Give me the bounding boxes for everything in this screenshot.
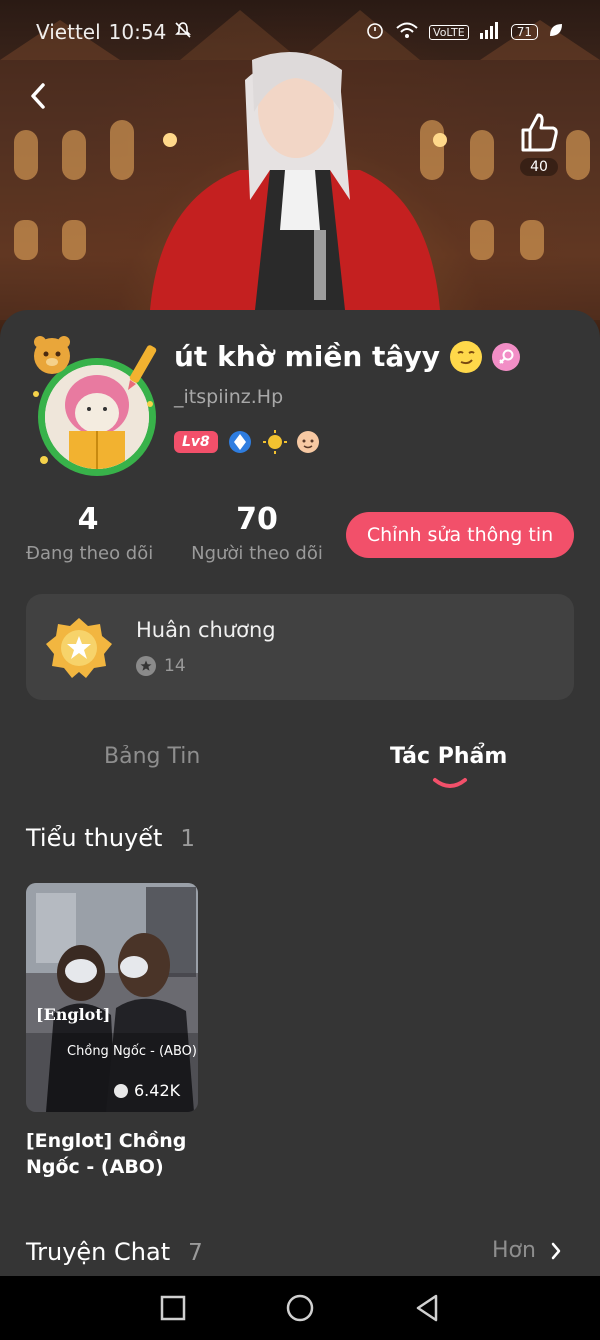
following-label: Đang theo dõi — [26, 543, 154, 564]
cover-tag: [Englot] — [36, 1005, 111, 1024]
views-row: 6.42K — [114, 1081, 180, 1100]
recent-apps-button[interactable] — [155, 1290, 191, 1326]
followers-count: 70 — [236, 502, 278, 537]
alarm-icon — [365, 20, 385, 44]
tab-feed[interactable]: Bảng Tin — [104, 744, 200, 769]
more-label: Hơn — [492, 1238, 536, 1263]
battery-level: 71 — [516, 25, 532, 39]
medal-card[interactable]: Huân chương 14 — [26, 594, 574, 700]
level-badge[interactable]: Lv8 — [174, 431, 218, 453]
views-count: 6.42K — [134, 1081, 181, 1100]
diamond-badge-icon[interactable] — [228, 430, 252, 454]
clock: 10:54 — [108, 20, 167, 44]
chat-section-header: Truyện Chat 7 — [26, 1238, 203, 1266]
volte-badge: VoLTE — [429, 24, 469, 40]
followers-label: Người theo dõi — [191, 543, 323, 564]
views-icon — [114, 1083, 128, 1098]
profile-sheet: út khờ miền tâyy _itspiinz.Hp Lv8 4 Đang… — [0, 310, 600, 1276]
chat-section-count: 7 — [188, 1240, 203, 1266]
like-button[interactable]: 40 — [514, 110, 564, 186]
novels-section-header: Tiểu thuyết 1 — [26, 824, 195, 852]
following-stat[interactable]: 4 Đang theo dõi — [26, 502, 154, 564]
tab-works[interactable]: Tác Phẩm — [390, 744, 507, 769]
signal-icon — [479, 21, 501, 43]
chevron-left-icon — [31, 83, 45, 109]
chat-section-title: Truyện Chat — [26, 1238, 171, 1266]
triangle-back-icon — [416, 1294, 437, 1322]
active-tab-indicator — [433, 778, 467, 788]
avatar[interactable] — [26, 334, 162, 476]
cover-title: Chồng Ngốc - (ABO) — [67, 1044, 197, 1059]
carrier-label: Viettel — [36, 20, 101, 44]
circle-icon — [286, 1294, 314, 1322]
thumbs-up-icon — [521, 113, 558, 152]
novels-section-count: 1 — [180, 826, 196, 852]
more-link[interactable]: Hơn — [492, 1238, 562, 1263]
chevron-right-icon — [551, 1242, 561, 1259]
display-name: út khờ miền tâyy — [174, 340, 520, 373]
back-button[interactable] — [20, 78, 56, 114]
username: _itspiinz.Hp — [174, 386, 284, 408]
medal-count-row: 14 — [136, 656, 186, 676]
face-badge-icon[interactable] — [296, 430, 320, 454]
sun-badge-icon[interactable] — [262, 430, 287, 454]
medal-count: 14 — [164, 656, 186, 676]
nav-back-button[interactable] — [409, 1290, 445, 1326]
novel-card[interactable]: [Englot] Chồng Ngốc - (ABO) 6.42K — [26, 883, 198, 1112]
display-name-text: út khờ miền tâyy — [174, 340, 440, 373]
following-count: 4 — [77, 502, 99, 537]
medal-title: Huân chương — [136, 618, 276, 642]
followers-stat[interactable]: 70 Người theo dõi — [190, 502, 324, 564]
medal-icon — [46, 618, 112, 678]
system-nav-bar — [0, 1276, 600, 1340]
leaf-icon — [548, 22, 564, 42]
badge-row: Lv8 — [174, 430, 320, 454]
like-count: 40 — [520, 158, 558, 176]
smirk-emoji-icon — [449, 340, 482, 373]
mute-icon — [174, 20, 192, 44]
female-gender-icon — [491, 342, 520, 371]
wifi-icon — [395, 20, 419, 44]
novels-section-title: Tiểu thuyết — [26, 824, 163, 852]
home-button[interactable] — [282, 1290, 318, 1326]
avatar-decoration — [33, 336, 157, 464]
star-icon — [136, 656, 156, 676]
battery-icon: 71 — [510, 24, 538, 40]
novel-title[interactable]: [Englot] Chồng Ngốc - (ABO) — [26, 1128, 226, 1180]
status-bar: Viettel 10:54 VoLTE 71 — [0, 0, 600, 64]
square-icon — [161, 1295, 186, 1321]
novel-cover-image — [26, 883, 198, 1112]
edit-profile-button[interactable]: Chỉnh sửa thông tin — [346, 512, 574, 558]
